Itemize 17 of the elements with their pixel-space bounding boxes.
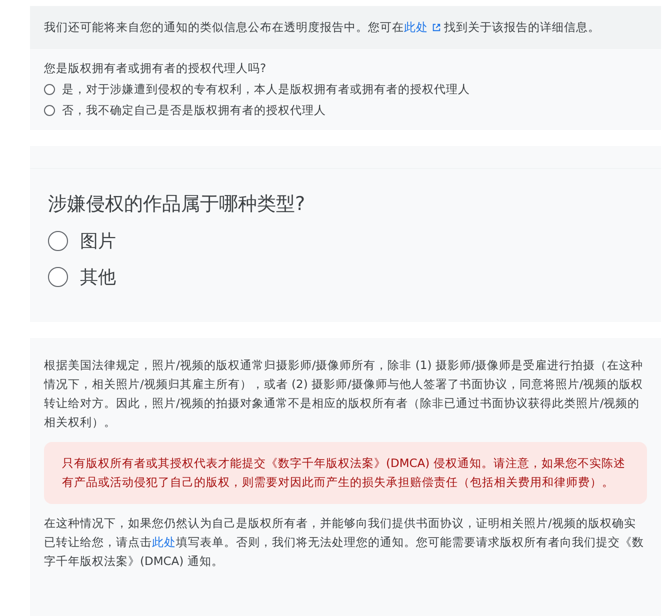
radio-button[interactable] bbox=[44, 84, 55, 95]
here-link[interactable]: 此处 bbox=[152, 535, 176, 549]
warning-text: 只有版权所有者或其授权代表才能提交《数字千年版权法案》(DMCA) 侵权通知。请注意，如果您不实陈述有产品或活动侵犯了自己的版权，则需要对因此而产生的损失承担赔偿责任（包括相关费用和律师费）。 bbox=[62, 455, 626, 491]
radio-option[interactable]: 否，我不确定自己是否是版权拥有者的授权代理人 bbox=[44, 103, 326, 118]
radio-button[interactable] bbox=[48, 231, 68, 251]
external-link-icon bbox=[432, 23, 441, 32]
radio-option[interactable]: 其他 bbox=[48, 265, 116, 289]
info-paragraph: 根据美国法律规定，照片/视频的版权通常归摄影师/摄像师所有，除非 (1) 摄影师/摄像师是受雇进行拍摄（在这种情况下，相关照片/视频归其雇主所有），或者 (2) 摄影师/摄像师与他人签署了书面协议，同意将照片/视频的版权转让给对方。因此，照片/视频的拍摄对象通常不是相应的版权所有者（除非已通过书面协议获得此类照片/视频的相关权利）。 bbox=[44, 357, 644, 431]
radio-option[interactable]: 图片 bbox=[48, 229, 116, 253]
notice-text: 我们还可能将来自您的通知的类似信息公布在透明度报告中。您可在此处 找到关于该报告的详细信息。 bbox=[44, 19, 601, 36]
radio-button[interactable] bbox=[44, 105, 55, 116]
question-label: 您是版权拥有者或拥有者的授权代理人吗? bbox=[44, 61, 268, 76]
closing-paragraph: 在这种情况下，如果您仍然认为自己是版权所有者，并能够向我们提供书面协议，证明相关照片/视频的版权确实已转让给您，请点击此处填写表单。否则，我们将无法处理您的通知。您可能需要请求版权所有者向我们提交《数字千年版权法案》(DMCA) 通知。 bbox=[44, 515, 645, 570]
radio-button[interactable] bbox=[48, 267, 68, 287]
question-label: 涉嫌侵权的作品属于哪种类型? bbox=[48, 192, 306, 217]
radio-option[interactable]: 是，对于涉嫌遭到侵权的专有权利，本人是版权拥有者或拥有者的授权代理人 bbox=[44, 82, 470, 97]
here-link[interactable]: 此处 bbox=[404, 20, 444, 34]
